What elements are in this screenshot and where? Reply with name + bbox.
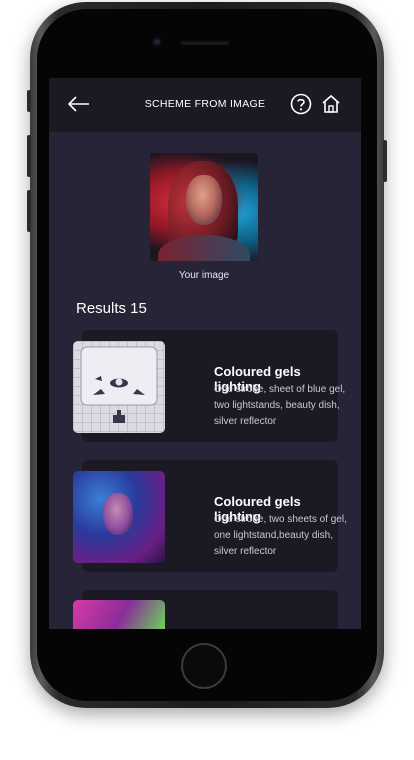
results-count: Results 15 — [76, 300, 147, 317]
lighting-setup-diagram — [80, 346, 158, 423]
mute-switch — [27, 90, 31, 112]
power-button — [383, 140, 387, 182]
page-title: SCHEME FROM IMAGE — [144, 98, 266, 110]
home-icon[interactable] — [321, 94, 341, 114]
result-card[interactable]: Coloured gels lighting One strobe, sheet… — [73, 330, 345, 442]
front-camera — [152, 37, 162, 47]
portrait-face — [103, 493, 133, 535]
earpiece-speaker — [180, 40, 230, 45]
result-description: One strobe, two sheets of gel, one light… — [214, 514, 347, 557]
result-card[interactable] — [73, 590, 338, 629]
home-button[interactable] — [181, 643, 227, 689]
lighting-diagram-thumbnail — [73, 341, 165, 433]
arrow-left-icon[interactable] — [67, 94, 91, 114]
question-circle-icon[interactable] — [290, 93, 312, 115]
portrait-thumbnail — [73, 471, 165, 563]
uploaded-image[interactable] — [150, 153, 258, 261]
portrait-face — [186, 175, 222, 225]
portrait-thumbnail — [73, 600, 165, 629]
volume-up-button — [27, 135, 31, 177]
top-bar: SCHEME FROM IMAGE — [49, 78, 361, 132]
result-card[interactable]: Coloured gels lighting One strobe, two s… — [73, 460, 347, 572]
volume-down-button — [27, 190, 31, 232]
app-screen: SCHEME FROM IMAGE Your image Results 15 — [49, 78, 361, 629]
uploaded-image-caption: Your image — [178, 270, 230, 281]
result-description: One strobe, sheet of blue gel, two light… — [214, 384, 346, 427]
